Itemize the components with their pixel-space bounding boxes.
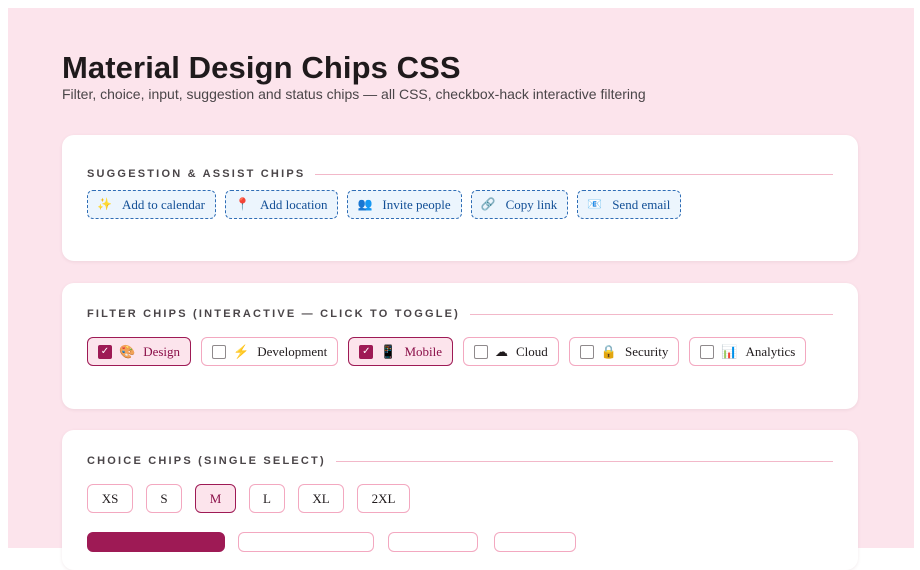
chip-label: XS [101, 490, 119, 506]
choice-chip-partial[interactable] [494, 532, 576, 552]
chip-add-location[interactable]: 📍 Add location [224, 190, 339, 219]
suggestion-chip-row: ✨ Add to calendar 📍 Add location 👥 Invit… [87, 190, 690, 219]
lock-icon: 🔒 [600, 343, 617, 359]
chip-size-xs[interactable]: XS [87, 484, 133, 513]
chip-filter-security[interactable]: 🔒 Security [568, 337, 680, 366]
chip-add-to-calendar[interactable]: ✨ Add to calendar [87, 190, 216, 219]
chip-label: Add location [259, 196, 328, 212]
choice-chip-partial[interactable] [87, 532, 225, 552]
chip-label: 2XL [371, 490, 396, 506]
chip-size-l[interactable]: L [249, 484, 285, 513]
section-divider [470, 313, 833, 315]
chip-size-xl[interactable]: XL [298, 484, 344, 513]
chip-size-s[interactable]: S [146, 484, 182, 513]
email-icon: 📧 [587, 197, 603, 211]
section-divider [315, 173, 833, 175]
chip-label: Add to calendar [121, 196, 205, 212]
chip-label: Analytics [745, 343, 796, 359]
section-divider [335, 460, 833, 462]
section-header: CHOICE CHIPS (SINGLE SELECT) [87, 454, 833, 468]
section-header: SUGGESTION & ASSIST CHIPS [87, 167, 833, 181]
filter-chip-row: ✓ 🎨 Design ⚡ Development ✓ 📱 Mobile ☁ Cl… [87, 337, 816, 366]
checkbox[interactable] [212, 344, 227, 359]
section-heading: CHOICE CHIPS (SINGLE SELECT) [87, 455, 326, 467]
choice-chips-card: CHOICE CHIPS (SINGLE SELECT) XS S M L XL… [62, 430, 858, 570]
checkbox[interactable] [474, 344, 489, 359]
page-subtitle: Filter, choice, input, suggestion and st… [62, 86, 646, 102]
chip-size-m[interactable]: M [195, 484, 236, 513]
section-header: FILTER CHIPS (INTERACTIVE — CLICK TO TOG… [87, 307, 833, 321]
lightning-icon: ⚡ [233, 343, 250, 359]
chip-invite-people[interactable]: 👥 Invite people [347, 190, 462, 219]
suggestion-chips-card: SUGGESTION & ASSIST CHIPS ✨ Add to calen… [62, 135, 858, 261]
checkbox-checked[interactable]: ✓ [359, 344, 374, 359]
page-background: Material Design Chips CSS Filter, choice… [8, 8, 914, 570]
chip-label: Development [257, 343, 328, 359]
chip-filter-mobile[interactable]: ✓ 📱 Mobile [348, 337, 454, 366]
section-heading: FILTER CHIPS (INTERACTIVE — CLICK TO TOG… [87, 308, 461, 320]
palette-icon: 🎨 [119, 343, 136, 359]
chip-filter-development[interactable]: ⚡ Development [201, 337, 339, 366]
pin-icon: 📍 [234, 197, 250, 211]
chip-filter-design[interactable]: ✓ 🎨 Design [87, 337, 192, 366]
chip-label: Invite people [382, 196, 451, 212]
checkbox-checked[interactable]: ✓ [98, 344, 112, 359]
chip-label: Design [143, 343, 181, 359]
chip-label: Security [625, 343, 669, 359]
bar-chart-icon: 📊 [721, 343, 738, 359]
chip-label: L [263, 490, 271, 506]
link-icon: 🔗 [480, 197, 496, 211]
mobile-phone-icon: 📱 [380, 343, 397, 359]
page-title: Material Design Chips CSS [62, 50, 461, 85]
choice-chip-partial[interactable] [238, 532, 374, 552]
sparkles-icon: ✨ [97, 197, 112, 211]
chip-filter-analytics[interactable]: 📊 Analytics [689, 337, 807, 366]
chip-label: S [160, 490, 168, 506]
chip-copy-link[interactable]: 🔗 Copy link [470, 190, 569, 219]
cloud-icon: ☁ [495, 343, 509, 359]
checkbox[interactable] [579, 344, 594, 359]
chip-send-email[interactable]: 📧 Send email [577, 190, 682, 219]
choice-chip-partial[interactable] [388, 532, 478, 552]
choice-chip-row: XS S M L XL 2XL [87, 484, 423, 513]
section-heading: SUGGESTION & ASSIST CHIPS [87, 168, 306, 180]
chip-label: Copy link [505, 196, 558, 212]
checkbox[interactable] [700, 344, 715, 359]
chip-size-2xl[interactable]: 2XL [357, 484, 410, 513]
chip-filter-cloud[interactable]: ☁ Cloud [463, 337, 559, 366]
people-icon: 👥 [357, 197, 373, 211]
chip-label: XL [312, 490, 330, 506]
chip-label: Mobile [404, 343, 443, 359]
chip-label: Cloud [516, 343, 548, 359]
chip-label: Send email [612, 196, 671, 212]
filter-chips-card: FILTER CHIPS (INTERACTIVE — CLICK TO TOG… [62, 283, 858, 409]
chip-label: M [209, 490, 222, 506]
